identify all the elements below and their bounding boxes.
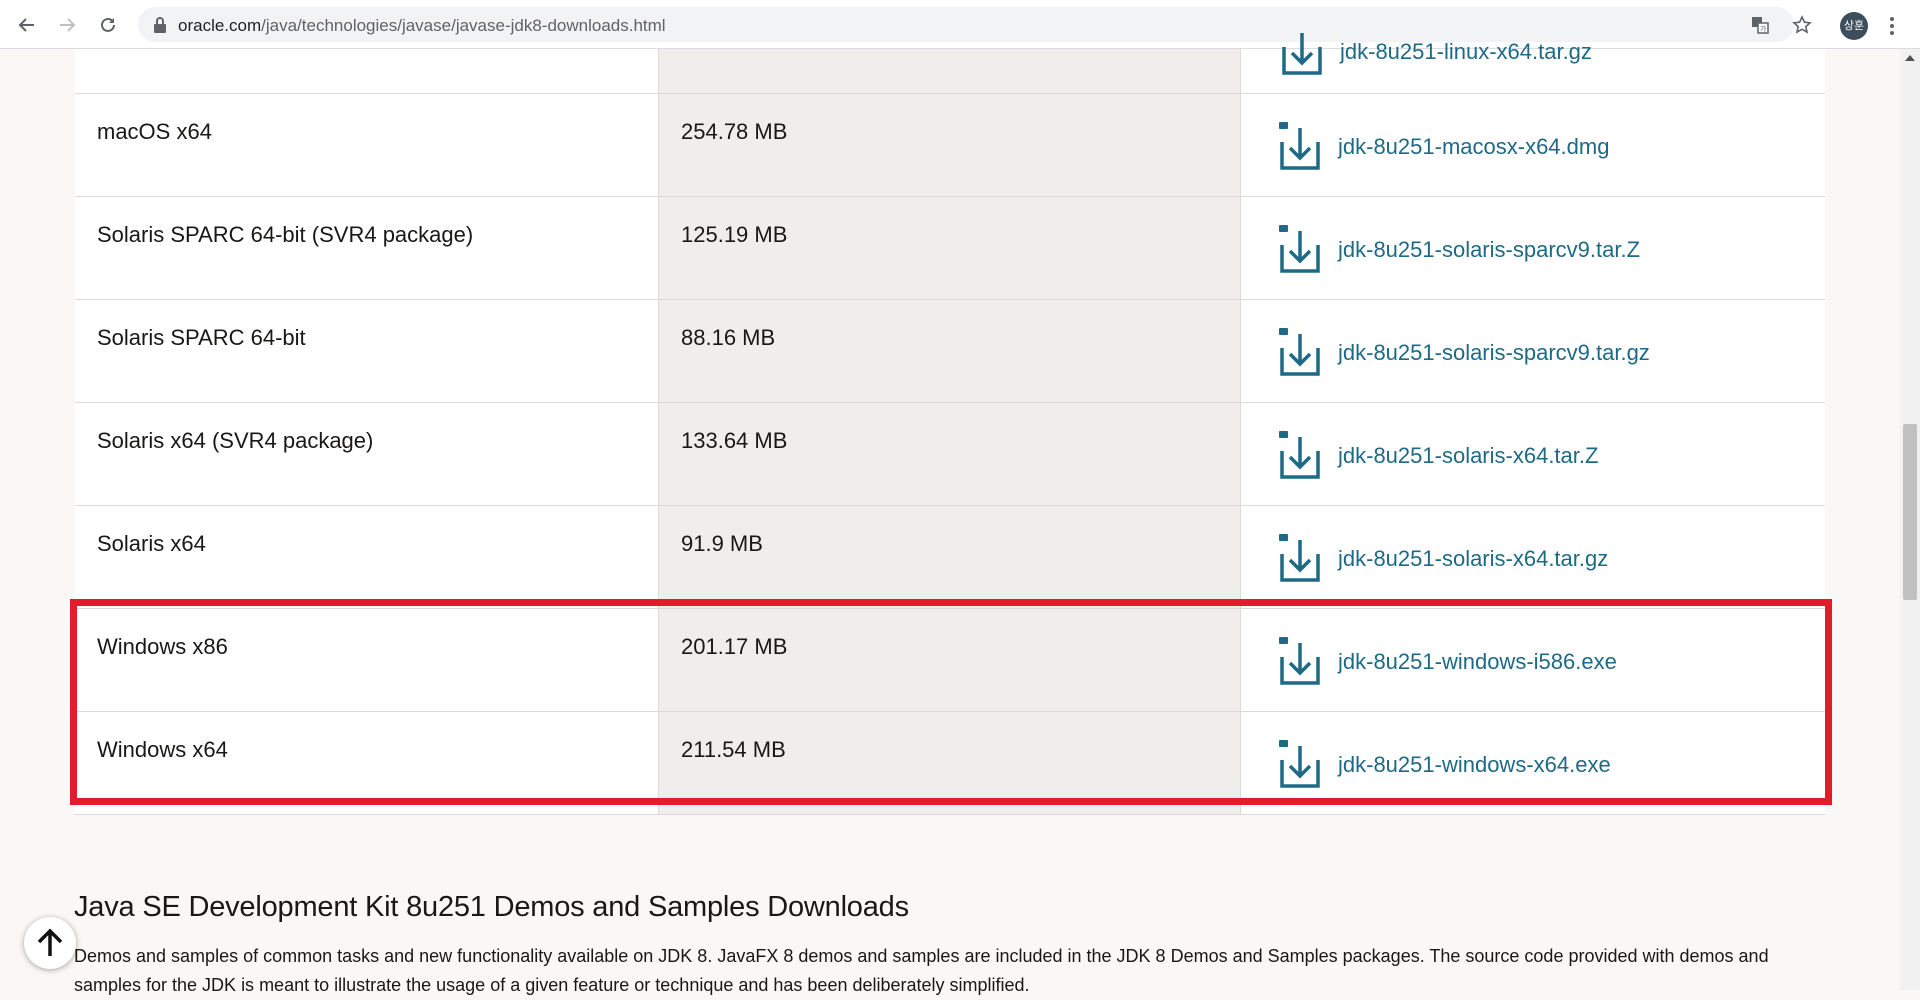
download-link[interactable]: jdk-8u251-solaris-x64.tar.gz: [1338, 546, 1608, 572]
size-cell: 91.9 MB: [681, 531, 763, 556]
platform-cell: Solaris SPARC 64-bit (SVR4 package): [97, 222, 474, 247]
download-link-group[interactable]: jdk-8u251-linux-x64.tar.gz: [1280, 27, 1592, 77]
size-cell: 211.54 MB: [681, 737, 786, 762]
table-row: macOS x64 254.78 MB jdk-8u251-macosx-x64…: [75, 94, 1825, 197]
page-scrollbar[interactable]: [1900, 49, 1920, 990]
star-icon[interactable]: [1792, 15, 1812, 35]
table-row: Windows x86 201.17 MB jdk-8u251-windows-…: [75, 609, 1825, 712]
downloads-table: jdk-8u251-linux-x64.tar.gz macOS x64 254…: [75, 33, 1825, 815]
download-link-group[interactable]: jdk-8u251-solaris-sparcv9.tar.Z: [1278, 225, 1640, 275]
download-link[interactable]: jdk-8u251-windows-x64.exe: [1338, 752, 1611, 778]
download-link[interactable]: jdk-8u251-solaris-sparcv9.tar.Z: [1338, 237, 1640, 263]
more-menu-icon[interactable]: [1885, 12, 1899, 40]
download-link[interactable]: jdk-8u251-linux-x64.tar.gz: [1340, 39, 1592, 65]
url-text: oracle.com/java/technologies/javase/java…: [178, 16, 666, 35]
download-link[interactable]: jdk-8u251-macosx-x64.dmg: [1338, 134, 1609, 160]
platform-cell: Solaris x64: [97, 531, 206, 556]
download-icon: [1278, 328, 1322, 378]
forward-arrow-icon: [60, 18, 76, 32]
table-row: Solaris SPARC 64-bit (SVR4 package) 125.…: [75, 197, 1825, 300]
scroll-thumb[interactable]: [1903, 424, 1917, 600]
download-icon: [1278, 431, 1322, 481]
size-cell: 125.19 MB: [681, 222, 788, 247]
forward-button[interactable]: [52, 10, 82, 40]
platform-cell: Solaris SPARC 64-bit: [97, 325, 306, 350]
download-icon: [1278, 637, 1322, 687]
translate-icon[interactable]: 가: [1750, 15, 1770, 35]
section-description: Demos and samples of common tasks and ne…: [74, 946, 1769, 995]
download-link-group[interactable]: jdk-8u251-solaris-x64.tar.Z: [1278, 431, 1598, 481]
size-cell: 133.64 MB: [681, 428, 788, 453]
platform-cell: Solaris x64 (SVR4 package): [97, 428, 374, 453]
download-icon: [1280, 27, 1324, 77]
size-cell: 201.17 MB: [681, 634, 788, 659]
scroll-up-arrow-icon[interactable]: [1905, 55, 1915, 61]
download-link-group[interactable]: jdk-8u251-windows-i586.exe: [1278, 637, 1617, 687]
table-row: Windows x64 211.54 MB jdk-8u251-windows-…: [75, 712, 1825, 815]
reload-button[interactable]: [93, 10, 123, 40]
platform-cell: Windows x64: [97, 737, 228, 762]
download-link-group[interactable]: jdk-8u251-macosx-x64.dmg: [1278, 116, 1609, 172]
back-to-top-button[interactable]: [24, 917, 76, 969]
arrow-up-icon: [37, 928, 63, 956]
table-row: Solaris x64 91.9 MB jdk-8u251-solaris-x6…: [75, 506, 1825, 609]
lock-icon: [154, 17, 166, 33]
download-link[interactable]: jdk-8u251-solaris-sparcv9.tar.gz: [1338, 340, 1650, 366]
back-button[interactable]: [12, 10, 42, 40]
reload-icon: [101, 17, 115, 32]
download-link[interactable]: jdk-8u251-solaris-x64.tar.Z: [1338, 443, 1598, 469]
back-arrow-icon: [18, 18, 34, 32]
platform-cell: Windows x86: [97, 634, 228, 659]
download-icon: [1278, 225, 1322, 275]
size-cell: 254.78 MB: [681, 119, 788, 144]
profile-avatar[interactable]: 상훈: [1840, 12, 1868, 40]
platform-cell: macOS x64: [97, 119, 212, 144]
download-icon: [1278, 116, 1322, 172]
svg-text:가: 가: [1760, 24, 1767, 33]
download-link[interactable]: jdk-8u251-windows-i586.exe: [1338, 649, 1617, 675]
section-title: Java SE Development Kit 8u251 Demos and …: [74, 891, 909, 923]
download-link-group[interactable]: jdk-8u251-windows-x64.exe: [1278, 740, 1611, 790]
download-link-group[interactable]: jdk-8u251-solaris-sparcv9.tar.gz: [1278, 328, 1650, 378]
table-row: Solaris SPARC 64-bit 88.16 MB jdk-8u251-…: [75, 300, 1825, 403]
table-row: jdk-8u251-linux-x64.tar.gz: [75, 33, 1825, 94]
size-cell: 88.16 MB: [681, 325, 776, 350]
table-row: Solaris x64 (SVR4 package) 133.64 MB jdk…: [75, 403, 1825, 506]
download-icon: [1278, 534, 1322, 584]
download-icon: [1278, 740, 1322, 790]
download-link-group[interactable]: jdk-8u251-solaris-x64.tar.gz: [1278, 534, 1608, 584]
browser-toolbar: oracle.com/java/technologies/javase/java…: [0, 0, 1920, 49]
